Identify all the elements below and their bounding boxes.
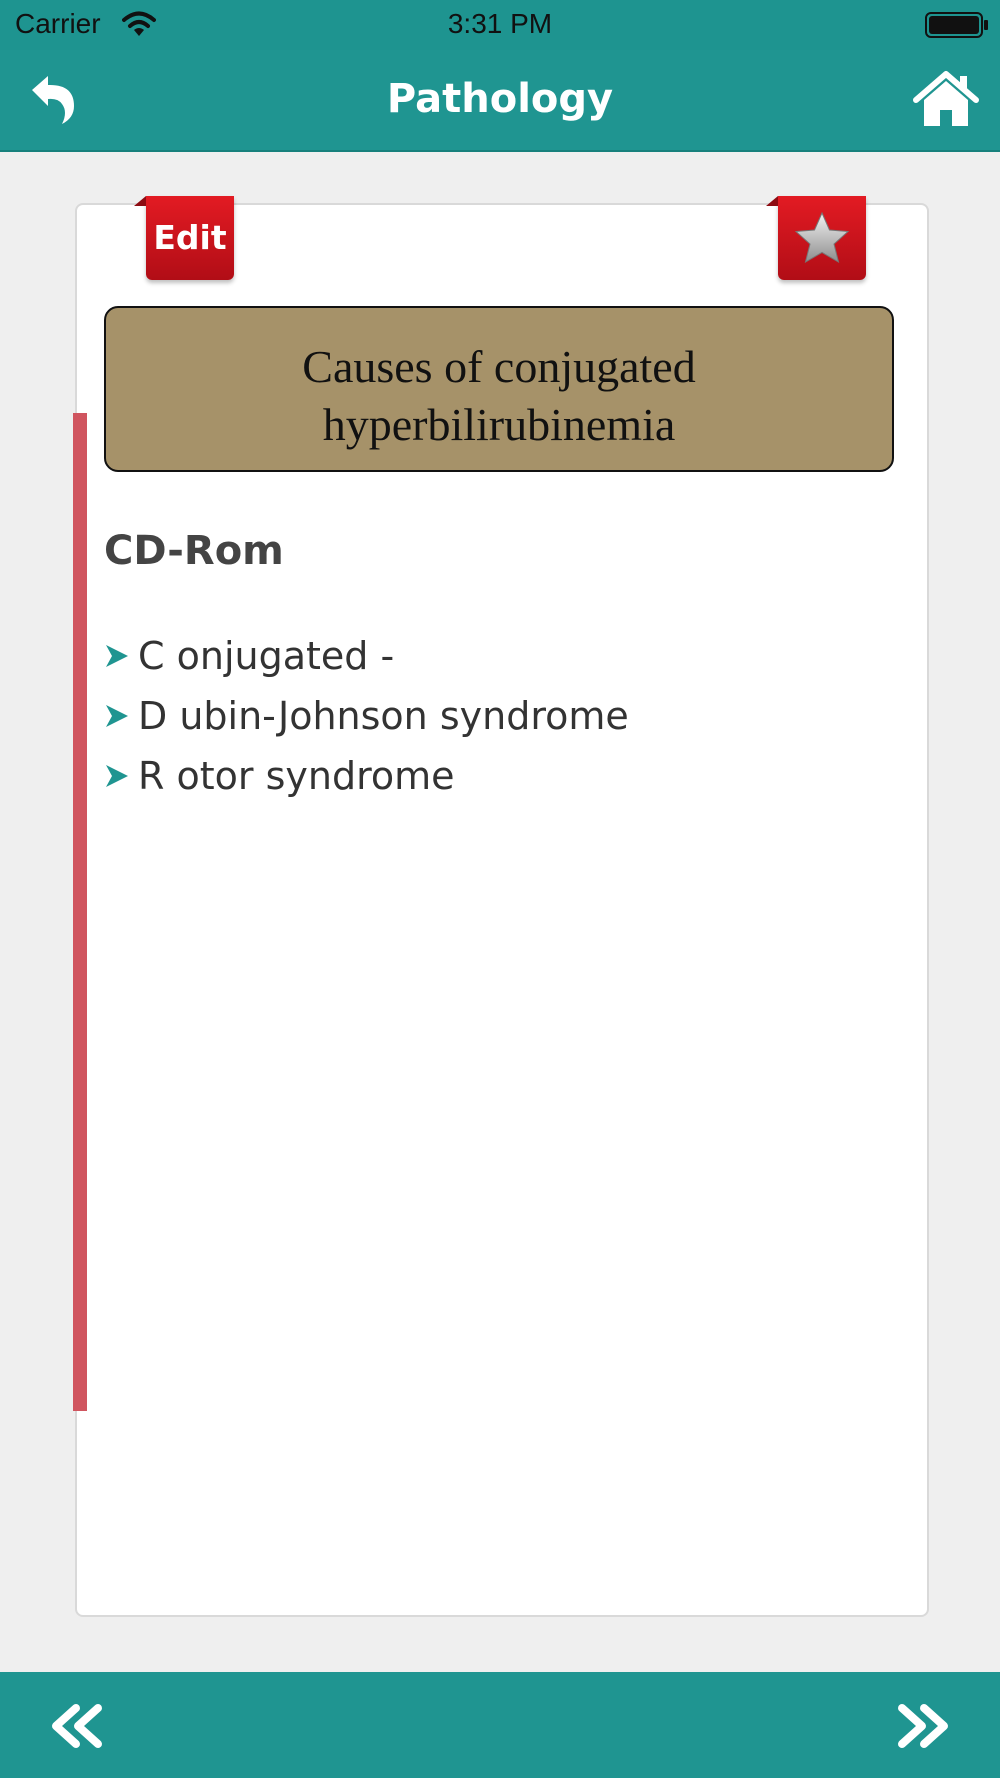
double-chevron-right-icon[interactable]: [892, 1702, 952, 1750]
title-box: Causes of conjugated hyperbilirubinemia: [104, 306, 894, 472]
arrow-bullet-icon: [106, 705, 128, 727]
bullet-list: C onjugated - D ubin-Johnson syndrome R …: [104, 626, 884, 806]
edit-label: Edit: [153, 218, 227, 257]
edit-button[interactable]: Edit: [134, 196, 234, 280]
side-stripe: [73, 413, 87, 1411]
battery-icon: [925, 12, 988, 38]
arrow-bullet-icon: [106, 645, 128, 667]
home-icon[interactable]: [912, 70, 980, 130]
list-item: C onjugated -: [104, 626, 884, 686]
section-heading: CD-Rom: [104, 528, 284, 574]
list-item: D ubin-Johnson syndrome: [104, 686, 884, 746]
status-bar: Carrier 3:31 PM: [0, 0, 1000, 50]
list-item-text: C onjugated -: [138, 634, 395, 678]
status-time: 3:31 PM: [447, 8, 553, 39]
nav-bar: Pathology: [0, 50, 1000, 152]
card-title: Causes of conjugated hyperbilirubinemia: [106, 338, 892, 454]
list-item: R otor syndrome: [104, 746, 884, 806]
card-title-line2: hyperbilirubinemia: [322, 399, 676, 450]
favorite-button[interactable]: [766, 196, 866, 280]
star-icon: [794, 211, 850, 264]
page-title: Pathology: [386, 76, 614, 122]
arrow-bullet-icon: [106, 765, 128, 787]
double-chevron-left-icon[interactable]: [48, 1702, 108, 1750]
bottom-bar: [0, 1672, 1000, 1778]
list-item-text: R otor syndrome: [138, 754, 455, 798]
list-item-text: D ubin-Johnson syndrome: [138, 694, 629, 738]
card-title-line1: Causes of conjugated: [302, 341, 696, 392]
